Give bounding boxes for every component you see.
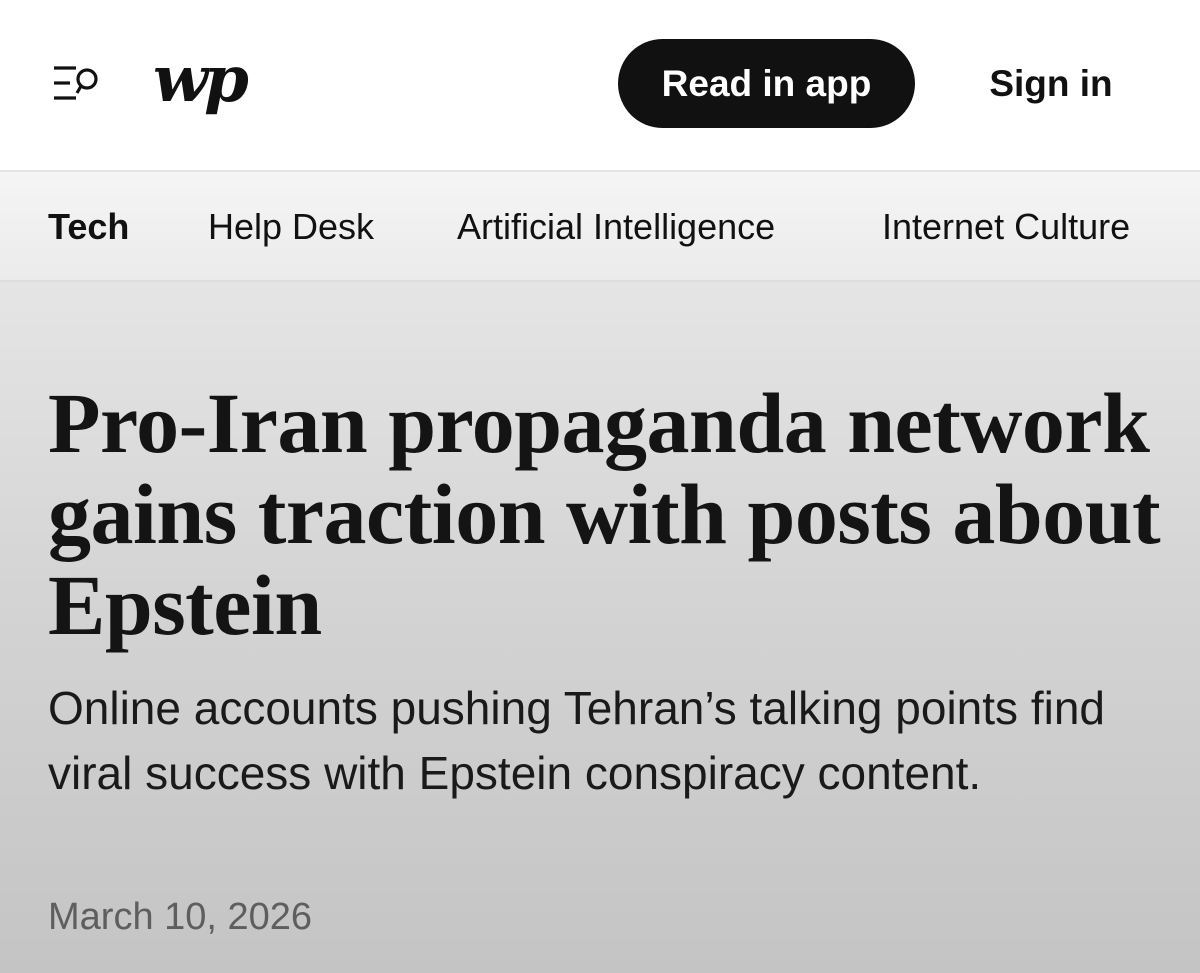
article-deck: Online accounts pushing Tehran’s talking…: [48, 682, 1105, 799]
menu-search-icon[interactable]: [50, 62, 102, 104]
article-date: March 10, 2026: [48, 896, 313, 938]
sign-in-button[interactable]: Sign in: [968, 39, 1134, 128]
nav-item-internet-culture[interactable]: Internet Culture: [882, 172, 1130, 280]
read-in-app-button[interactable]: Read in app: [618, 39, 915, 128]
article-headline: Pro-Iran propaganda network gains tracti…: [48, 375, 1161, 653]
site-logo[interactable]: wp: [153, 40, 249, 120]
section-nav: Tech Help Desk Artificial Intelligence I…: [0, 170, 1200, 282]
nav-item-tech[interactable]: Tech: [48, 172, 129, 280]
nav-item-artificial-intelligence[interactable]: Artificial Intelligence: [457, 172, 775, 280]
nav-item-help-desk[interactable]: Help Desk: [208, 172, 374, 280]
article-header: Pro-Iran propaganda network gains tracti…: [0, 282, 1200, 973]
site-header: wp Read in app Sign in: [0, 0, 1200, 170]
